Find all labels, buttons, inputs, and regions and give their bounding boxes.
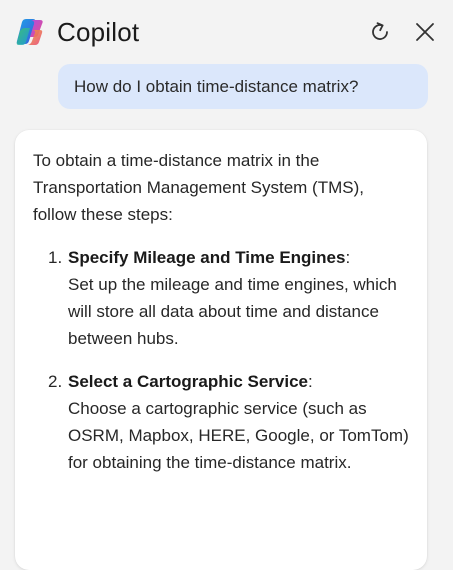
step-title: Specify Mileage and Time Engines	[68, 248, 346, 267]
refresh-button[interactable]	[366, 18, 394, 46]
step-body: Choose a cartographic service (such as O…	[68, 399, 409, 472]
close-button[interactable]	[411, 18, 439, 46]
steps-list: 1. Specify Mileage and Time Engines: Set…	[33, 244, 409, 476]
step-number: 1.	[48, 248, 63, 267]
list-item: 2. Select a Cartographic Service: Choose…	[33, 368, 423, 476]
step-colon: :	[308, 372, 313, 391]
copilot-logo-icon	[16, 19, 43, 45]
header: Copilot	[0, 0, 453, 62]
step-body: Set up the mileage and time engines, whi…	[68, 275, 397, 348]
list-item: 1. Specify Mileage and Time Engines: Set…	[33, 244, 423, 352]
app-title: Copilot	[57, 17, 140, 47]
answer-intro: To obtain a time-distance matrix in the …	[33, 151, 364, 224]
step-colon: :	[345, 248, 351, 267]
refresh-icon	[372, 22, 388, 40]
user-message-bubble: How do I obtain time-distance matrix?	[58, 64, 428, 109]
step-title: Select a Cartographic Service	[68, 372, 309, 391]
answer-card: To obtain a time-distance matrix in the …	[15, 130, 427, 570]
user-message-text: How do I obtain time-distance matrix?	[74, 76, 359, 96]
step-number: 2.	[48, 372, 63, 391]
close-icon	[416, 23, 434, 41]
